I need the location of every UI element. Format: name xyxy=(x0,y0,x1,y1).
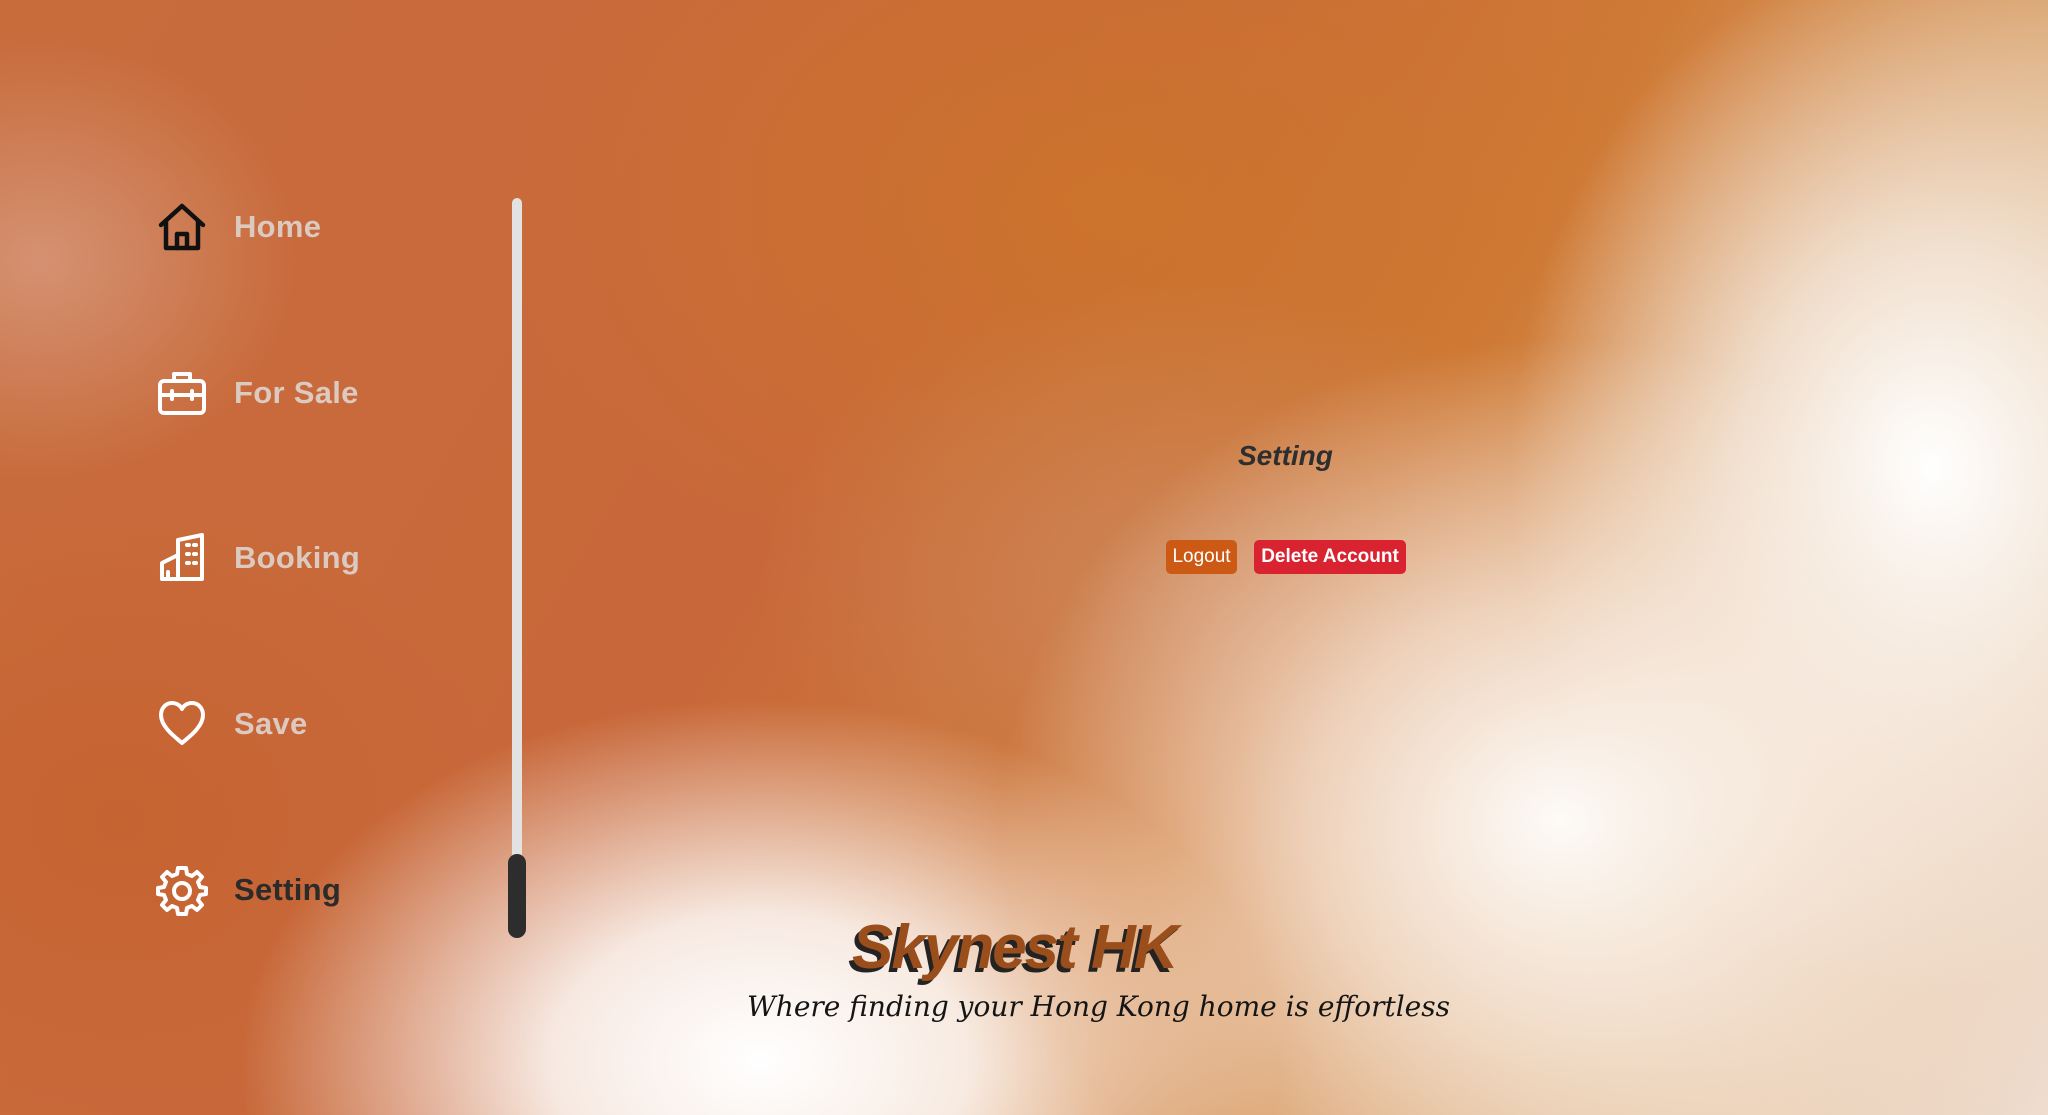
home-icon xyxy=(156,201,208,253)
gear-icon xyxy=(156,864,208,916)
sidebar-item-label: Home xyxy=(234,209,322,244)
logout-button[interactable]: Logout xyxy=(1166,540,1237,574)
sidebar-item-save[interactable]: Save xyxy=(156,698,308,750)
building-icon xyxy=(156,532,208,584)
sidebar-item-label: Setting xyxy=(234,872,342,907)
sidebar-item-label: For Sale xyxy=(234,375,359,410)
sidebar-item-setting[interactable]: Setting xyxy=(156,864,341,916)
sidebar-item-label: Save xyxy=(234,706,308,741)
brand-tagline: Where finding your Hong Kong home is eff… xyxy=(747,990,1450,1023)
sidebar-item-label: Booking xyxy=(234,540,361,575)
sidebar-scrollbar[interactable] xyxy=(508,198,526,938)
sidebar-item-booking[interactable]: Booking xyxy=(156,532,360,584)
sidebar-item-home[interactable]: Home xyxy=(156,201,321,253)
heart-icon xyxy=(156,698,208,750)
scrollbar-thumb[interactable] xyxy=(508,854,526,938)
brand-logo-text: Skynest HK xyxy=(852,913,1179,982)
page-title: Setting xyxy=(1238,440,1333,471)
briefcase-icon xyxy=(156,367,208,419)
sidebar: Home For Sale Booking Save Setting xyxy=(0,0,526,1115)
delete-account-button[interactable]: Delete Account xyxy=(1254,540,1406,574)
sidebar-item-for-sale[interactable]: For Sale xyxy=(156,367,359,419)
